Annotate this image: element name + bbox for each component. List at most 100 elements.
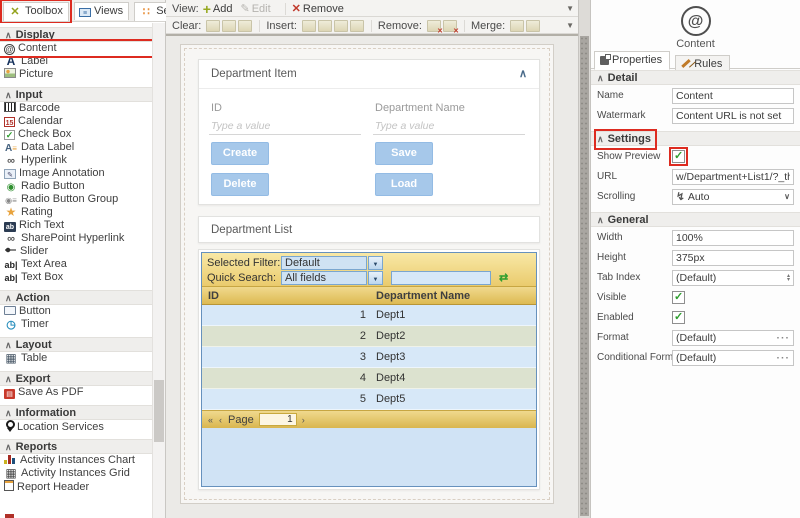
spinner-icon[interactable]	[787, 274, 790, 282]
visible-checkbox[interactable]	[672, 291, 685, 304]
section-export[interactable]: Export	[0, 371, 152, 386]
quick-search-input[interactable]	[391, 271, 491, 285]
column-header-id[interactable]: ID	[202, 290, 370, 302]
search-scope-dropdown[interactable]: All fields	[281, 271, 367, 285]
edit-view-button[interactable]: Edit	[240, 2, 270, 15]
tab-index-stepper[interactable]: (Default)	[672, 270, 794, 286]
clear-styles-icon[interactable]	[222, 20, 236, 32]
ellipsis-icon[interactable]	[777, 352, 791, 364]
remove-view-button[interactable]: Remove	[292, 2, 344, 15]
toolbox-item-timer[interactable]: Timer	[0, 318, 152, 331]
insert-row-below-icon[interactable]	[350, 20, 364, 32]
toolbox-item-radio-button-group[interactable]: Radio Button Group	[0, 193, 152, 206]
remove-row-icon[interactable]	[443, 20, 457, 32]
tab-properties[interactable]: Properties	[594, 51, 670, 70]
toolbox-item-activity-instances-grid[interactable]: Activity Instances Grid	[0, 467, 152, 480]
insert-column-left-icon[interactable]	[302, 20, 316, 32]
ellipsis-icon[interactable]	[777, 332, 791, 344]
toolbox-item-location-services[interactable]: Location Services	[0, 420, 152, 433]
scrollbar-thumb[interactable]	[580, 36, 589, 516]
collapse-chevron-icon[interactable]	[519, 67, 527, 80]
view-design-surface[interactable]: Department Item ID Department Name Creat…	[180, 44, 554, 504]
toolbox-item-content[interactable]: Content	[0, 42, 152, 55]
tab-views[interactable]: Views	[74, 2, 129, 20]
section-general[interactable]: General	[591, 212, 800, 227]
url-input[interactable]	[672, 169, 794, 185]
toolbox-item-report-header[interactable]: Report Header	[0, 480, 152, 493]
clear-all-icon[interactable]	[238, 20, 252, 32]
page-number-input[interactable]	[259, 413, 297, 426]
pager-first-icon[interactable]	[208, 415, 213, 425]
id-input[interactable]	[209, 117, 361, 135]
section-input[interactable]: Input	[0, 87, 152, 102]
toolbox-item-radio-button[interactable]: Radio Button	[0, 180, 152, 193]
toolbox-item-save-as-pdf[interactable]: Save As PDF	[0, 386, 152, 399]
search-scope-arrow-icon[interactable]	[368, 271, 383, 285]
toolbar-overflow-icon[interactable]	[566, 21, 574, 30]
toolbox-item-button[interactable]: Button	[0, 305, 152, 318]
scrollbar-thumb[interactable]	[154, 380, 164, 442]
tab-toolbox[interactable]: Toolbox	[3, 2, 69, 21]
table-row[interactable]: 5Dept5	[202, 389, 536, 410]
refresh-icon[interactable]	[499, 271, 508, 284]
toolbox-item-image-annotation[interactable]: Image Annotation	[0, 167, 152, 180]
filter-dropdown-arrow-icon[interactable]	[368, 256, 383, 270]
add-view-button[interactable]: Add	[203, 1, 233, 17]
column-header-department-name[interactable]: Department Name	[370, 290, 536, 302]
toolbox-item-datalabel[interactable]: Data Label	[0, 141, 152, 154]
section-reports[interactable]: Reports	[0, 439, 152, 454]
department-name-input[interactable]	[373, 117, 525, 135]
toolbox-item-sharepoint-hyperlink[interactable]: SharePoint Hyperlink	[0, 232, 152, 245]
toolbox-item-activity-instances-chart[interactable]: Activity Instances Chart	[0, 454, 152, 467]
canvas-scrollbar[interactable]	[578, 0, 590, 518]
merge-right-icon[interactable]	[510, 20, 524, 32]
toolbox-item-slider[interactable]: Slider	[0, 245, 152, 258]
table-row[interactable]: 4Dept4	[202, 368, 536, 389]
delete-button[interactable]: Delete	[211, 173, 269, 196]
merge-down-icon[interactable]	[526, 20, 540, 32]
width-input[interactable]	[672, 230, 794, 246]
toolbox-item-barcode[interactable]: Barcode	[0, 102, 152, 115]
filter-dropdown[interactable]: Default	[281, 256, 367, 270]
pager-previous-icon[interactable]	[219, 415, 222, 425]
toolbar-overflow-icon[interactable]	[566, 4, 574, 13]
section-display[interactable]: Display	[0, 27, 152, 42]
toolbox-item-rich-text[interactable]: Rich Text	[0, 219, 152, 232]
format-picker[interactable]: (Default)	[672, 330, 794, 346]
list-view-card[interactable]: Selected Filter: Default Quick Search: A…	[198, 249, 540, 490]
insert-column-right-icon[interactable]	[318, 20, 332, 32]
toolbox-item-table[interactable]: Table	[0, 352, 152, 365]
create-button[interactable]: Create	[211, 142, 269, 165]
grid-header-row[interactable]: ID Department Name	[202, 286, 536, 305]
toolbox-item-hyperlink[interactable]: Hyperlink	[0, 154, 152, 167]
insert-row-above-icon[interactable]	[334, 20, 348, 32]
section-settings[interactable]: Settings	[591, 131, 800, 146]
name-input[interactable]	[672, 88, 794, 104]
section-action[interactable]: Action	[0, 290, 152, 305]
section-detail[interactable]: Detail	[591, 70, 800, 85]
table-row[interactable]: 1Dept1	[202, 305, 536, 326]
toolbox-item-label[interactable]: Label	[0, 55, 152, 68]
toolbox-item-text-area[interactable]: Text Area	[0, 258, 152, 271]
toolbox-item-calendar[interactable]: Calendar	[0, 115, 152, 128]
enabled-checkbox[interactable]	[672, 311, 685, 324]
department-list-panel[interactable]: Department List	[198, 216, 540, 243]
load-button[interactable]: Load	[375, 173, 433, 196]
section-layout[interactable]: Layout	[0, 337, 152, 352]
toolbox-item-checkbox[interactable]: Check Box	[0, 128, 152, 141]
toolbox-item-rating[interactable]: Rating	[0, 206, 152, 219]
section-information[interactable]: Information	[0, 405, 152, 420]
show-preview-checkbox[interactable]	[672, 150, 685, 163]
remove-column-icon[interactable]	[427, 20, 441, 32]
watermark-input[interactable]	[672, 108, 794, 124]
toolbox-item-picture[interactable]: Picture	[0, 68, 152, 81]
department-item-panel[interactable]: Department Item ID Department Name Creat…	[198, 59, 540, 205]
save-button[interactable]: Save	[375, 142, 433, 165]
clear-contents-icon[interactable]	[206, 20, 220, 32]
height-input[interactable]	[672, 250, 794, 266]
scrolling-select[interactable]: Auto	[672, 189, 794, 205]
conditional-format-picker[interactable]: (Default)	[672, 350, 794, 366]
toolbox-item-text-box[interactable]: Text Box	[0, 271, 152, 284]
panel-header[interactable]: Department Item	[199, 60, 539, 89]
sidebar-scrollbar[interactable]	[152, 23, 165, 518]
